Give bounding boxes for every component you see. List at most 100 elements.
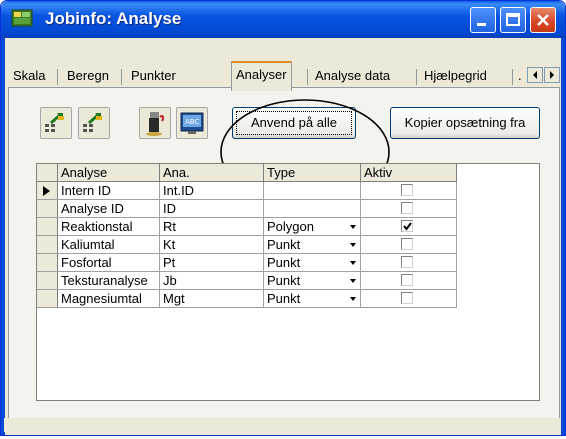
spellcheck-button[interactable]: ABC — [176, 107, 208, 139]
tab-punkter[interactable]: Punkter — [127, 65, 180, 87]
cell-type[interactable] — [263, 181, 361, 200]
cell-aktiv[interactable] — [360, 253, 457, 272]
cell-abbr[interactable]: ID — [159, 199, 264, 218]
table-row[interactable]: Magnesiumtal Mgt Punkt — [37, 289, 457, 308]
apply-to-all-button[interactable]: Anvend på alle — [232, 107, 356, 139]
cell-type[interactable] — [263, 199, 361, 218]
tab-scroll-arrows — [527, 67, 563, 83]
table-row[interactable]: Kaliumtal Kt Punkt — [37, 235, 457, 254]
type-value: Punkt — [267, 255, 301, 270]
column-header-analyse[interactable]: Analyse — [57, 164, 160, 182]
cell-analyse[interactable]: Kaliumtal — [57, 235, 160, 254]
table-row[interactable]: Fosfortal Pt Punkt — [37, 253, 457, 272]
aktiv-checkbox[interactable] — [401, 274, 413, 286]
cell-aktiv[interactable] — [360, 271, 457, 290]
minimize-icon — [477, 23, 486, 26]
type-value: Polygon — [267, 219, 314, 234]
aktiv-checkbox[interactable] — [401, 202, 413, 214]
tab-separator — [57, 69, 58, 85]
dropdown-arrow-icon[interactable] — [350, 261, 356, 265]
tab-more[interactable]: . — [514, 65, 526, 87]
cell-abbr[interactable]: Jb — [159, 271, 264, 290]
cell-type[interactable]: Punkt — [263, 289, 361, 308]
cell-analyse[interactable]: Magnesiumtal — [57, 289, 160, 308]
cell-abbr[interactable]: Int.ID — [159, 181, 264, 200]
cell-type[interactable]: Punkt — [263, 253, 361, 272]
window-footer — [4, 418, 560, 432]
table-row[interactable]: Teksturanalyse Jb Punkt — [37, 271, 457, 290]
maximize-button[interactable] — [500, 7, 526, 33]
cell-abbr[interactable]: Pt — [159, 253, 264, 272]
dropdown-arrow-icon[interactable] — [350, 225, 356, 229]
header-row: Analyse Ana. Type Aktiv — [37, 164, 457, 182]
cell-type[interactable]: Polygon — [263, 217, 361, 236]
row-selector[interactable] — [37, 217, 58, 236]
svg-text:ABC: ABC — [185, 118, 199, 126]
cell-abbr[interactable]: Kt — [159, 235, 264, 254]
checkmark-icon — [403, 222, 412, 231]
cell-type[interactable]: Punkt — [263, 271, 361, 290]
dropdown-arrow-icon[interactable] — [350, 297, 356, 301]
tab-strip: Skala Beregn Punkter Analyser Analyse da… — [5, 59, 563, 91]
cell-aktiv[interactable] — [360, 235, 457, 254]
tab-beregn[interactable]: Beregn — [63, 65, 113, 87]
analysis-grid[interactable]: Analyse Ana. Type Aktiv Intern ID Int.ID… — [36, 163, 540, 401]
window-title: Jobinfo: Analyse — [45, 9, 182, 28]
title-bar[interactable]: Jobinfo: Analyse — [1, 1, 565, 38]
focus-rectangle — [236, 111, 352, 135]
deselect-icon — [83, 112, 102, 132]
aktiv-checkbox[interactable] — [401, 256, 413, 268]
spellcheck-icon: ABC — [180, 112, 204, 134]
import-button[interactable] — [139, 107, 171, 139]
dropdown-arrow-icon[interactable] — [350, 279, 356, 283]
current-row-icon — [43, 186, 50, 196]
cell-abbr[interactable]: Rt — [159, 217, 264, 236]
cell-aktiv[interactable] — [360, 217, 457, 236]
type-value: Punkt — [267, 237, 301, 252]
dropdown-arrow-icon[interactable] — [350, 243, 356, 247]
tab-scroll-left-button[interactable] — [527, 67, 543, 83]
cell-analyse[interactable]: Fosfortal — [57, 253, 160, 272]
row-selector[interactable] — [37, 271, 58, 290]
tab-separator — [416, 69, 417, 85]
tab-hjaelpegrid[interactable]: Hjælpegrid — [420, 65, 491, 87]
tab-skala[interactable]: Skala — [9, 65, 50, 87]
cell-analyse[interactable]: Reaktionstal — [57, 217, 160, 236]
tab-separator — [512, 69, 513, 85]
select-all-button[interactable] — [40, 107, 72, 139]
row-selector[interactable] — [37, 235, 58, 254]
aktiv-checkbox[interactable] — [401, 184, 413, 196]
aktiv-checkbox[interactable] — [401, 220, 413, 232]
cell-analyse[interactable]: Teksturanalyse — [57, 271, 160, 290]
column-header-aktiv[interactable]: Aktiv — [360, 164, 457, 182]
window-border-left — [1, 38, 5, 435]
tab-analyse-data[interactable]: Analyse data — [311, 65, 394, 87]
row-selector[interactable] — [37, 289, 58, 308]
tab-analyser[interactable]: Analyser — [231, 61, 292, 91]
aktiv-checkbox[interactable] — [401, 292, 413, 304]
aktiv-checkbox[interactable] — [401, 238, 413, 250]
cell-type[interactable]: Punkt — [263, 235, 361, 254]
minimize-button[interactable] — [470, 7, 496, 33]
window-border-right — [561, 38, 565, 435]
cell-analyse[interactable]: Intern ID — [57, 181, 160, 200]
cell-abbr[interactable]: Mgt — [159, 289, 264, 308]
column-header-abbr[interactable]: Ana. — [159, 164, 264, 182]
deselect-button[interactable] — [78, 107, 110, 139]
cell-aktiv[interactable] — [360, 289, 457, 308]
row-selector[interactable] — [37, 199, 58, 218]
cell-aktiv[interactable] — [360, 181, 457, 200]
table-row[interactable]: Analyse ID ID — [37, 199, 457, 218]
copy-setup-button[interactable]: Kopier opsætning fra — [390, 107, 540, 139]
column-header-type[interactable]: Type — [263, 164, 361, 182]
table-row[interactable]: Intern ID Int.ID — [37, 181, 457, 200]
cell-aktiv[interactable] — [360, 199, 457, 218]
tab-scroll-right-button[interactable] — [544, 67, 560, 83]
table-row[interactable]: Reaktionstal Rt Polygon — [37, 217, 457, 236]
cell-analyse[interactable]: Analyse ID — [57, 199, 160, 218]
copy-setup-label: Kopier opsætning fra — [404, 115, 526, 130]
close-button[interactable] — [530, 7, 556, 33]
row-selector[interactable] — [37, 181, 58, 200]
header-corner — [37, 164, 58, 182]
row-selector[interactable] — [37, 253, 58, 272]
